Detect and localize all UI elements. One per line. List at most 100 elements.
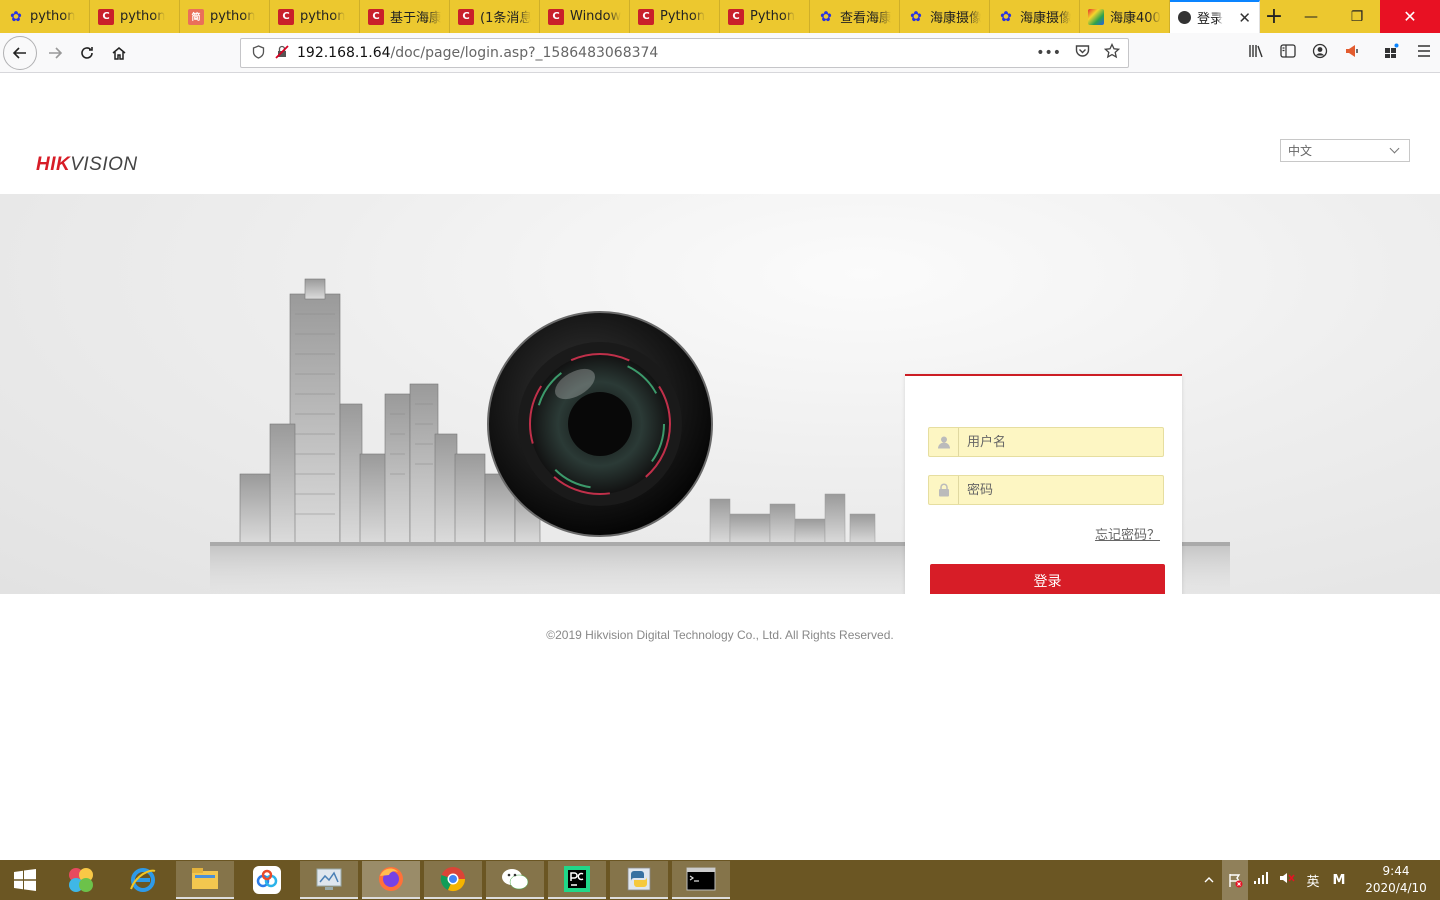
system-tray: 英 M 9:44 2020/4/10 bbox=[1196, 860, 1440, 900]
taskbar-monitor-app[interactable] bbox=[300, 861, 358, 899]
csdn-icon bbox=[368, 8, 384, 25]
restore-button[interactable]: ❐ bbox=[1334, 0, 1380, 33]
app-pinwheel-icon bbox=[69, 868, 93, 892]
browser-tab[interactable]: python bbox=[270, 0, 360, 33]
login-banner: 忘记密码？ 登录 bbox=[0, 194, 1440, 594]
home-icon bbox=[112, 46, 126, 60]
tab-label: 海康摄像 bbox=[930, 11, 981, 26]
chrome-icon bbox=[440, 867, 466, 892]
taskbar-netdisk-app[interactable] bbox=[238, 861, 296, 899]
start-icon bbox=[14, 869, 36, 891]
volume-muted-icon[interactable] bbox=[1274, 871, 1300, 889]
bookmark-star-icon[interactable] bbox=[1103, 42, 1121, 63]
close-tab-icon[interactable]: ✕ bbox=[1238, 9, 1251, 27]
pocket-icon[interactable] bbox=[1075, 44, 1090, 62]
hamburger-menu-icon[interactable] bbox=[1408, 44, 1440, 62]
clock-date: 2020/4/10 bbox=[1365, 881, 1427, 895]
language-value: 中文 bbox=[1288, 144, 1313, 158]
csdn-icon bbox=[98, 8, 114, 25]
taskbar-wechat-app[interactable] bbox=[486, 861, 544, 899]
tab-list: ✿ python python 简 python python 基于海康 (1条消息 Windo… bbox=[0, 0, 1260, 33]
username-field[interactable] bbox=[928, 427, 1164, 457]
system-clock[interactable]: 9:44 2020/4/10 bbox=[1352, 863, 1440, 897]
library-icon[interactable] bbox=[1240, 44, 1272, 62]
password-field[interactable] bbox=[928, 475, 1164, 505]
tab-label: python bbox=[300, 9, 346, 24]
ime-language-indicator[interactable]: 英 bbox=[1300, 871, 1326, 890]
tab-label: (1条消息 bbox=[480, 11, 531, 26]
reload-button[interactable] bbox=[71, 37, 103, 69]
tab-label: python bbox=[30, 9, 76, 24]
taskbar-cmd-app[interactable] bbox=[672, 861, 730, 899]
browser-tab[interactable]: ✿ python bbox=[0, 0, 90, 33]
windows-taskbar: 英 M 9:44 2020/4/10 bbox=[0, 860, 1440, 900]
browser-tab[interactable]: python bbox=[90, 0, 180, 33]
url-path: /doc/page/login.asp?_1586483068374 bbox=[390, 45, 659, 61]
insecure-lock-icon[interactable] bbox=[273, 44, 291, 62]
address-bar[interactable]: 192.168.1.64/doc/page/login.asp?_1586483… bbox=[240, 38, 1129, 68]
extensions-icon[interactable] bbox=[1376, 43, 1408, 63]
tab-label: Python bbox=[750, 9, 796, 24]
new-tab-button[interactable]: + bbox=[1260, 0, 1288, 33]
browser-tab[interactable]: (1条消息 bbox=[450, 0, 540, 33]
language-select[interactable]: 中文 bbox=[1280, 139, 1410, 162]
close-window-button[interactable]: ✕ bbox=[1380, 0, 1440, 33]
page-content: HIKVISION 中文 用户名 忘记密码？ 登录 ©2019 Hikvisio… bbox=[0, 74, 1440, 860]
lock-icon bbox=[929, 476, 959, 504]
taskbar-explorer-app[interactable] bbox=[176, 861, 234, 899]
firefox-icon bbox=[379, 867, 403, 891]
csdn-icon bbox=[638, 8, 654, 25]
taskbar-chrome-app[interactable] bbox=[424, 861, 482, 899]
browser-tab[interactable]: 基于海康 bbox=[360, 0, 450, 33]
browser-tab[interactable]: Window bbox=[540, 0, 630, 33]
baidu-paw-icon: ✿ bbox=[1000, 8, 1012, 25]
megaphone-icon[interactable] bbox=[1336, 43, 1368, 63]
wechat-icon bbox=[502, 869, 529, 890]
logo-vision: VISION bbox=[70, 154, 138, 175]
sidebar-icon[interactable] bbox=[1272, 44, 1304, 62]
taskbar-pycharm-app[interactable] bbox=[548, 861, 606, 899]
start-button[interactable] bbox=[0, 860, 50, 900]
browser-tab[interactable]: ✿ 海康摄像 bbox=[990, 0, 1080, 33]
account-icon[interactable] bbox=[1304, 43, 1336, 63]
back-button[interactable] bbox=[3, 35, 37, 70]
home-button[interactable] bbox=[103, 37, 135, 69]
csdn-icon bbox=[548, 8, 564, 25]
tab-label: Python bbox=[660, 9, 706, 24]
chevron-up-icon[interactable] bbox=[1196, 873, 1222, 888]
browser-tab[interactable]: 登录 ✕ bbox=[1170, 0, 1260, 33]
browser-tab[interactable]: 海康400 bbox=[1080, 0, 1170, 33]
forward-button[interactable] bbox=[39, 37, 71, 69]
ime-mode-indicator[interactable]: M bbox=[1326, 873, 1352, 888]
jianshu-icon: 简 bbox=[188, 8, 204, 25]
network-icon[interactable] bbox=[1248, 871, 1274, 889]
urlbar-actions: ••• bbox=[1036, 42, 1121, 63]
browser-tab[interactable]: ✿ 查看海康 bbox=[810, 0, 900, 33]
taskbar-python-app[interactable] bbox=[610, 861, 668, 899]
tab-label: 海康摄像 bbox=[1020, 11, 1071, 26]
taskbar-pinwheel-app[interactable] bbox=[52, 861, 110, 899]
toolbar-right bbox=[1240, 33, 1440, 73]
login-button[interactable]: 登录 bbox=[930, 564, 1165, 594]
taskbar-ie-app[interactable] bbox=[114, 861, 172, 899]
taskbar-firefox-app[interactable] bbox=[362, 861, 420, 899]
browser-tab[interactable]: Python bbox=[720, 0, 810, 33]
username-input[interactable] bbox=[959, 434, 1159, 450]
browser-tab[interactable]: Python bbox=[630, 0, 720, 33]
shield-icon[interactable] bbox=[249, 44, 267, 62]
hikvision-logo: HIKVISION bbox=[36, 154, 138, 176]
action-center-flag-icon[interactable] bbox=[1222, 860, 1248, 900]
navigation-toolbar: 192.168.1.64/doc/page/login.asp?_1586483… bbox=[0, 33, 1440, 73]
browser-tab[interactable]: ✿ 海康摄像 bbox=[900, 0, 990, 33]
browser-tab[interactable]: 简 python bbox=[180, 0, 270, 33]
user-icon bbox=[929, 428, 959, 456]
tab-label: 登录 bbox=[1197, 12, 1224, 27]
tab-label: 查看海康 bbox=[840, 11, 891, 26]
minimize-button[interactable]: — bbox=[1288, 0, 1334, 33]
forgot-password-link[interactable]: 忘记密码？ bbox=[1095, 524, 1160, 543]
pycharm-icon bbox=[564, 866, 590, 892]
password-input[interactable] bbox=[959, 482, 1159, 498]
tab-strip: ✿ python python 简 python python 基于海康 (1条消息 Windo… bbox=[0, 0, 1440, 33]
window-controls: — ❐ ✕ bbox=[1288, 0, 1440, 33]
page-actions-button[interactable]: ••• bbox=[1036, 45, 1061, 61]
